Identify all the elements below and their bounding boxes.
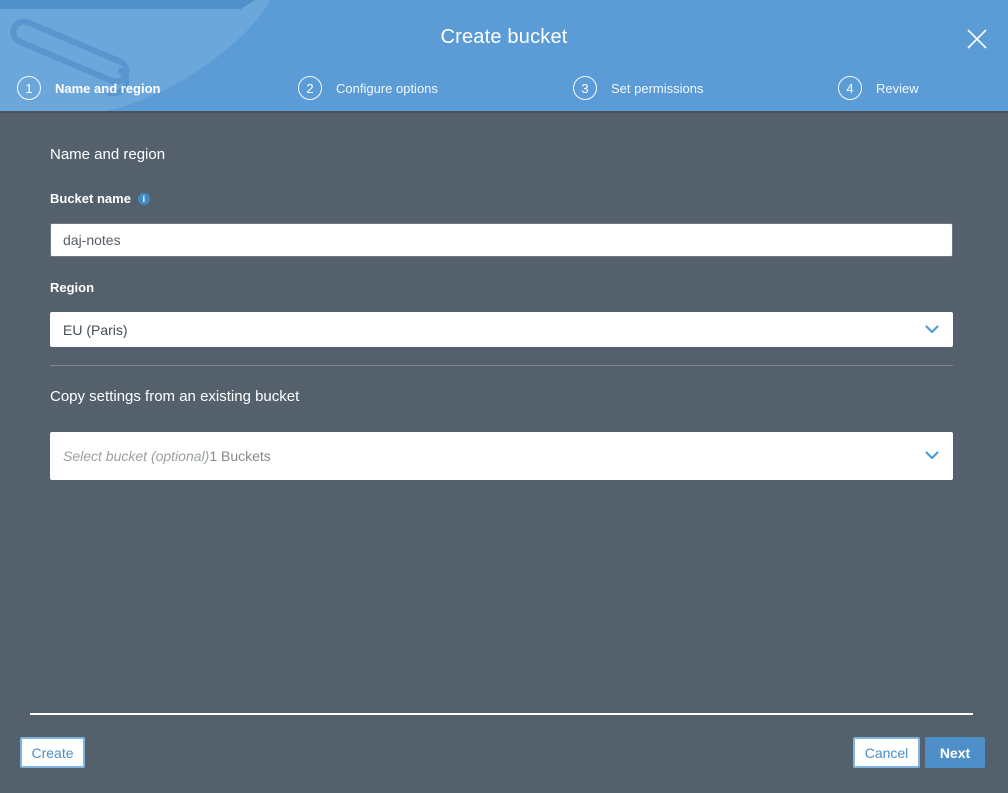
region-label: Region [50,280,95,295]
copy-settings-bucket-select[interactable]: Select bucket (optional) 1 Buckets [50,432,953,480]
step-3-circle: 3 [573,76,597,100]
modal-header: Create bucket 1 Name and region 2 Config… [0,0,1008,113]
close-icon[interactable] [965,27,989,51]
step-configure-options[interactable]: 2 Configure options [298,76,438,100]
step-4-circle: 4 [838,76,862,100]
info-icon[interactable]: i [137,192,150,205]
bucket-select-placeholder: Select bucket (optional) [63,448,210,464]
bucket-name-label: Bucket name i [50,191,150,206]
step-3-label: Set permissions [611,80,704,96]
chevron-down-icon [925,447,939,465]
bucket-count: 1 Buckets [209,448,271,464]
step-name-and-region[interactable]: 1 Name and region [17,76,160,100]
step-1-circle: 1 [17,76,41,100]
next-button[interactable]: Next [925,737,985,768]
section-heading-copy-settings: Copy settings from an existing bucket [50,388,300,405]
footer-divider [30,713,973,715]
cancel-button[interactable]: Cancel [853,737,920,768]
page-title: Create bucket [440,26,568,48]
section-heading-name-region: Name and region [50,146,166,163]
create-button[interactable]: Create [20,737,85,768]
section-divider [50,365,953,366]
region-select[interactable]: EU (Paris) [50,312,953,347]
step-4-label: Review [876,80,919,96]
step-indicator: 1 Name and region 2 Configure options 3 … [0,76,1008,106]
create-bucket-modal: Create bucket 1 Name and region 2 Config… [0,0,1008,793]
step-review[interactable]: 4 Review [838,76,919,100]
step-2-label: Configure options [336,80,438,96]
step-set-permissions[interactable]: 3 Set permissions [573,76,703,100]
chevron-down-icon [925,321,939,339]
step-1-label: Name and region [55,80,161,96]
region-selected-value: EU (Paris) [63,321,128,338]
bucket-name-label-text: Bucket name [50,191,131,206]
bucket-name-input[interactable] [50,223,953,257]
step-2-circle: 2 [298,76,322,100]
